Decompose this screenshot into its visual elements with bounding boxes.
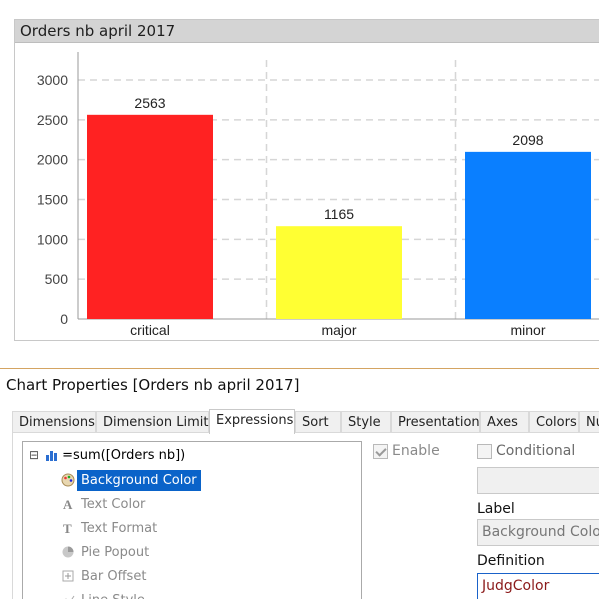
tab-nu[interactable]: Nu <box>579 411 599 433</box>
tab-axes[interactable]: Axes <box>480 411 529 433</box>
expression-tree[interactable]: ⊟ =sum([Orders nb]) Background Color A Tex… <box>22 441 362 599</box>
text-color-icon: A <box>63 497 73 511</box>
tree-item-line-style[interactable]: Line Style <box>61 589 149 599</box>
tab-expressions[interactable]: Expressions <box>209 409 295 434</box>
bar-chart-icon <box>46 451 58 461</box>
bar-minor <box>465 151 591 319</box>
enable-checkbox-box[interactable] <box>373 443 388 459</box>
tab-strip: Dimensions Dimension Limits Expressions Sor… <box>12 409 599 434</box>
bar-critical <box>87 114 213 319</box>
tab-colors[interactable]: Colors <box>529 411 579 433</box>
definition-caption: Definition <box>477 553 545 569</box>
conditional-expression-field <box>477 467 599 494</box>
conditional-checkbox[interactable]: Conditional <box>477 443 575 459</box>
expression-label: =sum([Orders nb]) <box>62 447 186 463</box>
conditional-label: Conditional <box>496 443 576 459</box>
tree-item-label: Bar Offset <box>81 568 147 584</box>
enable-checkbox[interactable]: Enable <box>373 443 440 459</box>
y-tick-label-2: 1000 <box>37 231 68 247</box>
conditional-checkbox-box[interactable] <box>477 443 492 459</box>
pie-icon <box>62 546 74 558</box>
svg-text:T: T <box>63 521 72 535</box>
palette-icon <box>61 473 75 487</box>
bar-major <box>276 226 402 319</box>
x-tick-label-critical: critical <box>130 322 170 338</box>
tab-dimension-limits[interactable]: Dimension Limits <box>96 411 215 433</box>
label-caption: Label <box>477 501 515 517</box>
x-tick-label-minor: minor <box>510 322 545 338</box>
tree-item-label: Background Color <box>77 469 201 491</box>
tree-item-label: Line Style <box>77 593 149 599</box>
tab-sort[interactable]: Sort <box>295 411 341 433</box>
data-label-major: 1165 <box>324 206 354 222</box>
tab-presentation[interactable]: Presentation <box>391 411 480 433</box>
x-tick-label-major: major <box>321 322 356 338</box>
y-tick-label-0: 0 <box>60 311 68 327</box>
dialog-title: Chart Properties [Orders nb april 2017] <box>6 376 300 394</box>
y-tick-label-1: 500 <box>45 271 69 287</box>
tree-item-bar-offset[interactable]: Bar Offset <box>61 565 150 587</box>
tree-item-label: Pie Popout <box>81 544 150 560</box>
data-label-minor: 2098 <box>512 132 543 148</box>
tree-item-label: Text Color <box>81 496 146 512</box>
tree-item-pie-popout[interactable]: Pie Popout <box>61 541 153 563</box>
tree-item-background-color[interactable]: Background Color <box>61 469 201 491</box>
tree-item-label: Text Format <box>81 520 158 536</box>
y-tick-label-5: 2500 <box>37 112 68 128</box>
tree-item-text-color[interactable]: A Text Color <box>61 493 149 515</box>
bar-chart: 0 500 1000 1500 2000 2500 3000 2563 critical 1165… <box>37 52 599 338</box>
y-tick-label-3: 1500 <box>37 192 68 208</box>
tree-item-text-format[interactable]: T Text Format <box>61 517 161 539</box>
collapse-icon[interactable]: ⊟ <box>29 448 39 462</box>
enable-label: Enable <box>392 443 440 459</box>
tab-style[interactable]: Style <box>341 411 391 433</box>
tree-expression-row[interactable]: ⊟ =sum([Orders nb]) <box>29 444 189 466</box>
svg-text:A: A <box>63 497 73 511</box>
definition-field[interactable]: JudgColor <box>477 573 599 599</box>
label-field[interactable]: Background Color <box>477 519 599 546</box>
tab-dimensions[interactable]: Dimensions <box>12 411 96 433</box>
line-style-icon <box>65 595 75 599</box>
data-label-critical: 2563 <box>134 95 165 111</box>
y-tick-label-6: 3000 <box>37 72 68 88</box>
text-format-icon: T <box>63 521 72 535</box>
y-tick-label-4: 2000 <box>37 152 68 168</box>
bar-offset-icon <box>62 570 74 582</box>
